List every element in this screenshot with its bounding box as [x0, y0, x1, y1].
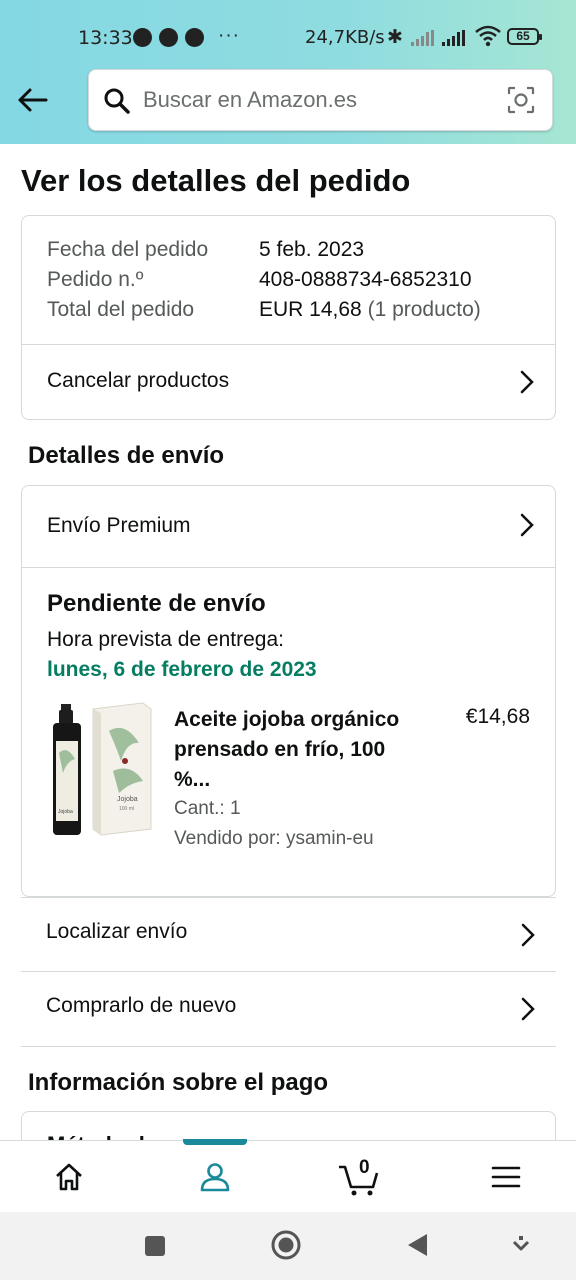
signal-icon — [411, 30, 434, 46]
cart-count: 0 — [359, 1157, 370, 1178]
camera-search-icon[interactable] — [506, 85, 536, 115]
product-quantity: Cant.: 1 — [174, 798, 241, 819]
bottom-navigation: 0 — [0, 1139, 576, 1213]
eta-date: lunes, 6 de febrero de 2023 — [47, 658, 317, 681]
battery-icon: 65 — [507, 28, 542, 45]
nav-cart[interactable]: 0 — [319, 1141, 399, 1213]
bluetooth-icon: ✱ — [387, 27, 403, 48]
wifi-icon — [475, 25, 501, 47]
recent-apps-icon[interactable] — [143, 1232, 167, 1258]
chevron-right-icon — [521, 923, 535, 947]
nav-home[interactable] — [29, 1141, 109, 1213]
svg-text:100 ml: 100 ml — [119, 806, 134, 812]
order-summary-card: Fecha del pedido 5 feb. 2023 Pedido n.º … — [21, 215, 556, 420]
chevron-right-icon — [520, 513, 534, 537]
search-icon — [104, 88, 130, 114]
app-header: 13:33 ··· 24,7KB/s ✱ 65 — [0, 0, 576, 144]
cancel-products-label: Cancelar productos — [47, 369, 230, 392]
product-seller: Vendido por: ysamin-eu — [174, 828, 374, 849]
product-price: €14,68 — [465, 705, 530, 728]
page-title: Ver los detalles del pedido — [21, 163, 411, 198]
divider — [22, 567, 555, 568]
nav-menu[interactable] — [466, 1141, 546, 1213]
more-notifications-icon: ··· — [218, 25, 240, 46]
status-bar: 13:33 ··· 24,7KB/s ✱ 65 — [0, 18, 576, 58]
svg-text:Jojoba: Jojoba — [58, 809, 73, 815]
payment-section-title: Información sobre el pago — [28, 1069, 329, 1096]
track-package-row[interactable]: Localizar envío — [21, 897, 556, 972]
order-date-value: 5 feb. 2023 — [259, 238, 365, 261]
system-navigation-bar — [0, 1212, 576, 1280]
shipping-method-label: Envío Premium — [47, 514, 191, 537]
telegram-icon — [159, 28, 178, 47]
status-time: 13:33 — [78, 27, 133, 49]
back-arrow-icon[interactable] — [14, 82, 50, 118]
order-date-label: Fecha del pedido — [47, 238, 209, 261]
signal-icon — [442, 30, 465, 46]
shipment-status: Pendiente de envío — [47, 590, 266, 617]
product-name[interactable]: Aceite jojoba orgánico prensado en frío,… — [174, 705, 414, 795]
order-total-value: EUR 14,68 — [259, 298, 362, 321]
order-number-value: 408-0888734-6852310 — [259, 268, 472, 291]
shipping-section-title: Detalles de envío — [28, 442, 225, 469]
eta-label: Hora prevista de entrega: — [47, 628, 284, 651]
svg-text:Jojoba: Jojoba — [117, 796, 138, 803]
order-number-label: Pedido n.º — [47, 268, 144, 291]
track-package-label: Localizar envío — [46, 920, 188, 943]
network-speed: 24,7KB/s — [305, 27, 385, 48]
messenger-icon — [133, 28, 152, 47]
account-icon — [200, 1163, 230, 1192]
home-button-icon[interactable] — [270, 1229, 302, 1261]
home-icon — [56, 1163, 82, 1191]
search-input[interactable] — [143, 70, 493, 130]
search-bar[interactable] — [88, 69, 553, 131]
cancel-products-row[interactable]: Cancelar productos — [22, 345, 555, 419]
messenger-icon — [185, 28, 204, 47]
buy-again-row[interactable]: Comprarlo de nuevo — [21, 971, 556, 1046]
order-total-label: Total del pedido — [47, 298, 195, 321]
product-image[interactable]: Jojoba 100 ml Jojoba — [47, 701, 153, 843]
keyboard-hide-icon[interactable] — [511, 1234, 531, 1256]
chevron-right-icon — [521, 997, 535, 1021]
order-total-count: (1 producto) — [367, 298, 481, 321]
shipping-method-row[interactable]: Envío Premium — [22, 486, 555, 560]
shipment-card: Envío Premium Pendiente de envío Hora pr… — [21, 485, 556, 897]
order-total: EUR 14,68 (1 producto) — [259, 298, 481, 322]
buy-again-label: Comprarlo de nuevo — [46, 994, 237, 1017]
back-button-icon[interactable] — [405, 1232, 429, 1258]
divider — [21, 1046, 556, 1047]
hamburger-menu-icon — [491, 1166, 521, 1188]
chevron-right-icon — [520, 370, 534, 394]
nav-account[interactable] — [175, 1141, 255, 1213]
